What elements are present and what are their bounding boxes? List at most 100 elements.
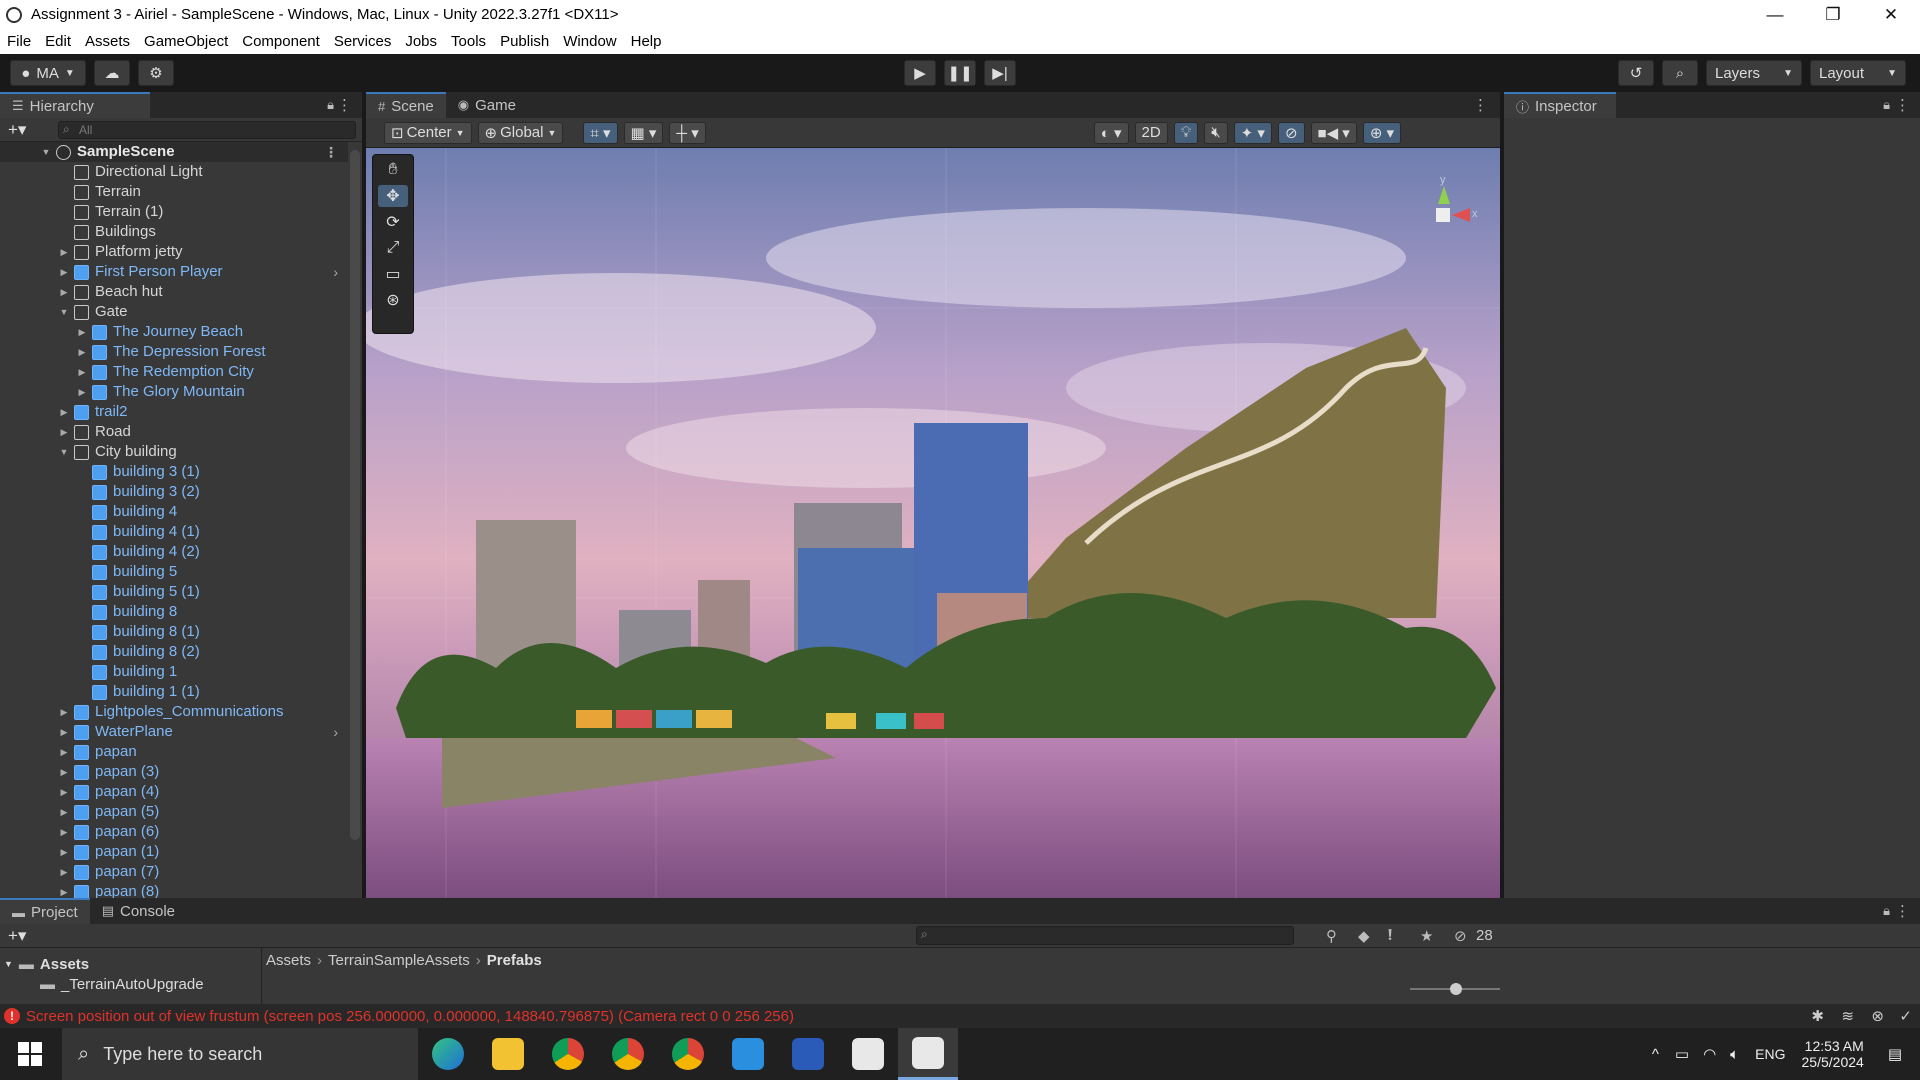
chevron-right-icon[interactable]: ▶ [76, 382, 88, 402]
menu-jobs[interactable]: Jobs [405, 33, 437, 50]
hierarchy-item[interactable]: ▶ papan (3) [0, 762, 348, 782]
kebab-menu-icon[interactable]: ⋮ [1895, 902, 1910, 920]
close-button[interactable]: ✕ [1862, 0, 1920, 29]
hierarchy-item[interactable]: building 8 [0, 602, 348, 622]
hierarchy-item[interactable]: Terrain (1) [0, 202, 348, 222]
lighting-toggle[interactable]: 💡︎ [1173, 121, 1199, 144]
hierarchy-item[interactable]: ▶ papan (5) [0, 802, 348, 822]
hierarchy-item[interactable]: building 4 (2) [0, 542, 348, 562]
zoom-slider[interactable] [1410, 983, 1500, 995]
hierarchy-item[interactable]: building 5 (1) [0, 582, 348, 602]
hierarchy-item[interactable]: Directional Light [0, 162, 348, 182]
vscode-app[interactable] [718, 1028, 778, 1080]
add-icon[interactable]: +▾ [8, 120, 26, 140]
hierarchy-item[interactable]: Terrain [0, 182, 348, 202]
grid-snap-button[interactable]: ⌗ ▾ [583, 121, 618, 144]
search-button[interactable]: ⌕ [1662, 60, 1698, 86]
chevron-right-icon[interactable]: ▶ [58, 742, 70, 762]
chevron-right-icon[interactable]: ▶ [76, 362, 88, 382]
chrome-profile-m-app[interactable] [598, 1028, 658, 1080]
unity-editor-app[interactable] [898, 1028, 958, 1080]
audio-toggle[interactable]: 🔇︎ [1204, 121, 1228, 144]
account-dropdown[interactable]: ● MA ▼ [10, 60, 86, 86]
step-button[interactable]: ▶| [984, 60, 1016, 86]
menu-file[interactable]: File [7, 33, 31, 50]
ruler-button[interactable]: ┼ ▾ [669, 121, 706, 144]
camera-button[interactable]: ■◀ ▾ [1310, 121, 1357, 144]
chevron-right-icon[interactable]: ▶ [58, 282, 70, 302]
battery-icon[interactable]: ▭ [1675, 1045, 1689, 1063]
edge-app[interactable] [418, 1028, 478, 1080]
debug-icon[interactable]: ✱ [1811, 1007, 1824, 1025]
hierarchy-item[interactable]: ▶ Lightpoles_Communications [0, 702, 348, 722]
taskbar-search[interactable]: ⌕ Type here to search [62, 1028, 418, 1080]
kebab-menu-icon[interactable]: ⋮ [1473, 96, 1488, 114]
hierarchy-item[interactable]: ▶ papan (4) [0, 782, 348, 802]
tab-scene[interactable]: # Scene [366, 92, 446, 118]
status-message[interactable]: Screen position out of view frustum (scr… [26, 1008, 794, 1025]
hierarchy-item[interactable]: building 8 (2) [0, 642, 348, 662]
hierarchy-item[interactable]: building 4 [0, 502, 348, 522]
clock[interactable]: 12:53 AM 25/5/2024 [1802, 1038, 1864, 1070]
chevron-right-icon[interactable]: ▶ [58, 262, 70, 282]
space-dropdown[interactable]: ⊕ Global ▼ [477, 121, 564, 144]
menu-help[interactable]: Help [631, 33, 662, 50]
hierarchy-item[interactable]: building 1 [0, 662, 348, 682]
chrome-app[interactable] [538, 1028, 598, 1080]
hierarchy-item[interactable]: ▶ Beach hut [0, 282, 348, 302]
hierarchy-item[interactable]: ▶ The Glory Mountain [0, 382, 348, 402]
kebab-menu-icon[interactable]: ⋮ [324, 142, 338, 162]
hand-tool[interactable]: ✋︎ [378, 159, 408, 181]
chevron-right-icon[interactable]: ▶ [58, 422, 70, 442]
chevron-up-icon[interactable]: ^ [1652, 1046, 1659, 1063]
hierarchy-item[interactable]: building 1 (1) [0, 682, 348, 702]
layers-dropdown[interactable]: Layers ▼ [1706, 60, 1802, 86]
menu-gameobject[interactable]: GameObject [144, 33, 228, 50]
cloud-button[interactable]: ☁ [94, 60, 130, 86]
lock-icon[interactable]: 🔒︎ [1883, 903, 1890, 919]
breadcrumb-terrain[interactable]: TerrainSampleAssets [328, 952, 470, 969]
network-off-icon[interactable]: ⊗ [1871, 1007, 1884, 1025]
lock-icon[interactable]: 🔒︎ [327, 97, 334, 113]
hidden-objects-toggle[interactable]: ⊘ [1277, 121, 1305, 144]
tree-terrain-auto-upgrade[interactable]: ▬ _TerrainAutoUpgrade [0, 974, 261, 994]
hierarchy-item[interactable]: building 5 [0, 562, 348, 582]
hierarchy-item[interactable]: ▶ trail2 [0, 402, 348, 422]
breadcrumb-assets[interactable]: Assets [266, 952, 311, 969]
chevron-right-icon[interactable]: ▶ [58, 842, 70, 862]
menu-window[interactable]: Window [563, 33, 616, 50]
hierarchy-scrollbar[interactable] [350, 150, 360, 840]
chrome-profile-s-app[interactable] [658, 1028, 718, 1080]
chevron-right-icon[interactable]: ▶ [76, 322, 88, 342]
hierarchy-item[interactable]: ▶ The Redemption City [0, 362, 348, 382]
chevron-right-icon[interactable]: ▶ [58, 722, 70, 742]
hierarchy-item[interactable]: ▶ papan (6) [0, 822, 348, 842]
chevron-right-icon[interactable]: › [333, 262, 338, 282]
chevron-right-icon[interactable]: ▶ [58, 822, 70, 842]
hierarchy-item[interactable]: building 4 (1) [0, 522, 348, 542]
star-icon[interactable]: ★ [1420, 927, 1433, 945]
chevron-down-icon[interactable]: ▼ [58, 302, 70, 322]
pause-button[interactable]: ❚❚ [944, 60, 976, 86]
menu-services[interactable]: Services [334, 33, 392, 50]
draw-mode-button[interactable]: ◐ ▾ [1093, 121, 1129, 144]
chevron-right-icon[interactable]: ▶ [58, 762, 70, 782]
tab-inspector[interactable]: ⓘ Inspector [1504, 92, 1616, 118]
filter-type-icon[interactable]: ⚲ [1326, 927, 1337, 945]
unity-hub-app[interactable] [838, 1028, 898, 1080]
layers-stack-icon[interactable]: ≋ [1841, 1007, 1854, 1025]
tab-game[interactable]: ◉ Game [446, 92, 528, 118]
effects-toggle[interactable]: ✦ ▾ [1233, 121, 1272, 144]
windows-start-icon[interactable] [18, 1042, 42, 1066]
chevron-right-icon[interactable]: ▶ [58, 402, 70, 422]
hierarchy-item[interactable]: ▶ papan (1) [0, 842, 348, 862]
hierarchy-item[interactable]: ▶ The Depression Forest [0, 342, 348, 362]
menu-publish[interactable]: Publish [500, 33, 549, 50]
project-search-input[interactable]: ⌕ [916, 926, 1294, 945]
menu-assets[interactable]: Assets [85, 33, 130, 50]
filter-label-icon[interactable]: ◆ [1358, 927, 1370, 945]
rotate-tool[interactable]: ⟳ [378, 211, 408, 233]
gizmos-button[interactable]: ⊕ ▾ [1362, 121, 1402, 144]
menu-component[interactable]: Component [242, 33, 320, 50]
hierarchy-item[interactable]: ▶ Platform jetty [0, 242, 348, 262]
